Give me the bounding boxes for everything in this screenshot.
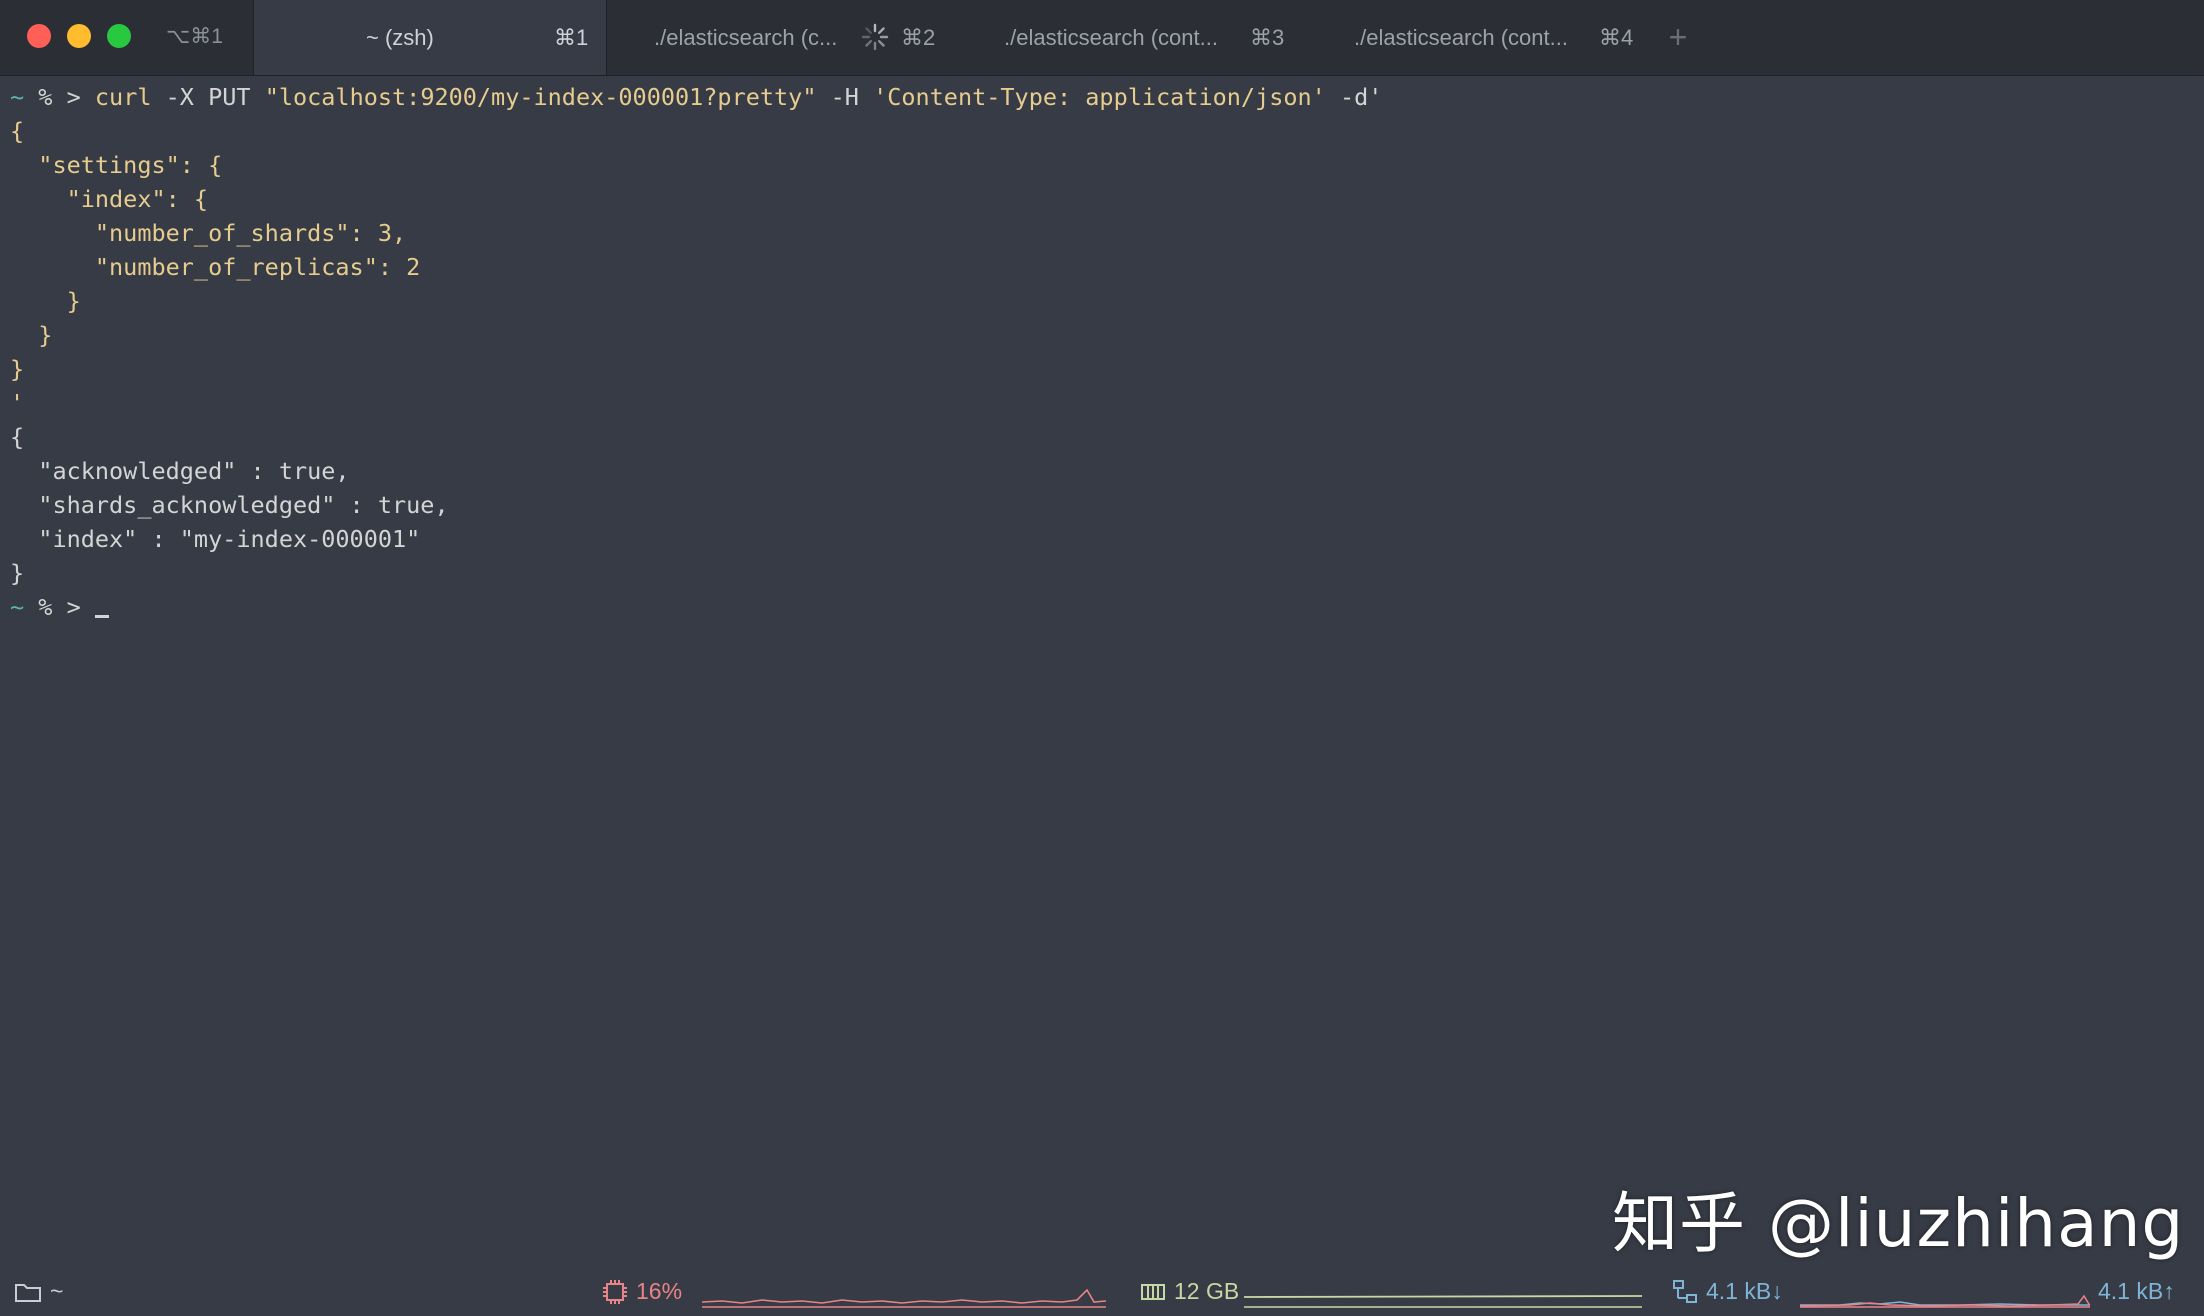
tab-title: ./elasticsearch (c... xyxy=(654,25,838,50)
network-down-value: 4.1 kB↓ xyxy=(1706,1278,1783,1304)
body-line: { xyxy=(10,117,25,145)
prompt-tail: % > xyxy=(24,593,95,621)
command-header: 'Content-Type: application/json' xyxy=(873,83,1326,111)
body-line: ' xyxy=(10,389,25,417)
status-cwd[interactable]: ~ xyxy=(14,1278,63,1305)
status-bar: ~ 16% 12 GB 4.1 kB↓ 4.1 kB↑ xyxy=(0,1268,2204,1316)
tab-title: ~ (zsh) xyxy=(366,25,434,50)
prompt-tilde: ~ xyxy=(10,83,25,111)
body-line: "index": { xyxy=(10,185,209,213)
cwd-text: ~ xyxy=(50,1278,64,1304)
tab-elasticsearch-2[interactable]: ./elasticsearch (c... ⌘2 xyxy=(606,0,956,75)
body-line: "settings": { xyxy=(10,151,223,179)
command-name: curl xyxy=(94,83,152,111)
status-network-up: 4.1 kB↑ xyxy=(2098,1278,2175,1305)
tab-shortcut: ⌘1 xyxy=(554,25,589,50)
folder-icon xyxy=(15,1283,41,1302)
body-line: "number_of_shards": 3, xyxy=(10,219,407,247)
maximize-button[interactable] xyxy=(107,24,131,48)
tab-elasticsearch-3[interactable]: ./elasticsearch (cont... ⌘3 xyxy=(956,0,1306,75)
terminal-output[interactable]: ~ % > curl -X PUT "localhost:9200/my-ind… xyxy=(0,80,2204,1260)
network-graph xyxy=(1800,1294,2090,1308)
response-line: "shards_acknowledged" : true, xyxy=(10,491,449,519)
window-shortcut: ⌥⌘1 xyxy=(166,25,223,48)
command-line: ~ % > curl -X PUT "localhost:9200/my-ind… xyxy=(10,80,1382,114)
close-button[interactable] xyxy=(27,24,51,48)
body-line: } xyxy=(10,355,25,383)
command-header-flag: -H xyxy=(816,83,874,111)
cpu-icon xyxy=(603,1279,627,1304)
tab-title: ./elasticsearch (cont... xyxy=(1354,25,1568,50)
memory-icon xyxy=(1141,1283,1165,1300)
command-url: "localhost:9200/my-index-000001?pretty" xyxy=(264,83,817,111)
window-controls xyxy=(27,24,131,48)
cpu-value: 16% xyxy=(636,1278,683,1304)
command-args: -X PUT xyxy=(151,83,265,111)
spinner-icon xyxy=(861,23,889,51)
response-line: "index" : "my-index-000001" xyxy=(10,525,421,553)
terminal-window: ⌥⌘1 ~ (zsh) ⌘1 ./elasticsearch (c... ⌘2 xyxy=(0,0,2204,1316)
response-line: { xyxy=(10,423,25,451)
response-line: "acknowledged" : true, xyxy=(10,457,350,485)
network-up-value: 4.1 kB↑ xyxy=(2098,1278,2175,1304)
prompt-line: ~ % > xyxy=(10,590,109,624)
text-cursor xyxy=(94,615,109,618)
network-icon xyxy=(1673,1279,1697,1303)
memory-value: 12 GB xyxy=(1174,1278,1240,1304)
response-line: } xyxy=(10,559,25,587)
status-cpu: 16% xyxy=(602,1278,682,1305)
body-line: "number_of_replicas": 2 xyxy=(10,253,421,281)
tab-bar: ⌥⌘1 ~ (zsh) ⌘1 ./elasticsearch (c... ⌘2 xyxy=(0,0,2204,76)
minimize-button[interactable] xyxy=(67,24,91,48)
status-network-down: 4.1 kB↓ xyxy=(1672,1278,1783,1305)
prompt-tail: % > xyxy=(24,83,95,111)
tab-shortcut: ⌘3 xyxy=(1250,25,1285,50)
tab-zsh[interactable]: ~ (zsh) ⌘1 xyxy=(253,0,607,75)
body-line: } xyxy=(10,321,53,349)
new-tab-plus-icon[interactable]: + xyxy=(1665,21,1691,53)
command-data-flag: -d' xyxy=(1325,83,1383,111)
tab-shortcut: ⌘2 xyxy=(901,25,936,50)
tab-elasticsearch-4[interactable]: ./elasticsearch (cont... ⌘4 xyxy=(1306,0,1656,75)
watermark: 知乎 @liuzhihang xyxy=(1612,1185,2185,1262)
tab-title: ./elasticsearch (cont... xyxy=(1004,25,1218,50)
status-memory: 12 GB xyxy=(1140,1278,1239,1305)
tab-shortcut: ⌘4 xyxy=(1599,25,1634,50)
body-line: } xyxy=(10,287,81,315)
prompt-tilde: ~ xyxy=(10,593,25,621)
cpu-graph xyxy=(702,1288,1106,1308)
memory-graph xyxy=(1244,1295,1642,1308)
